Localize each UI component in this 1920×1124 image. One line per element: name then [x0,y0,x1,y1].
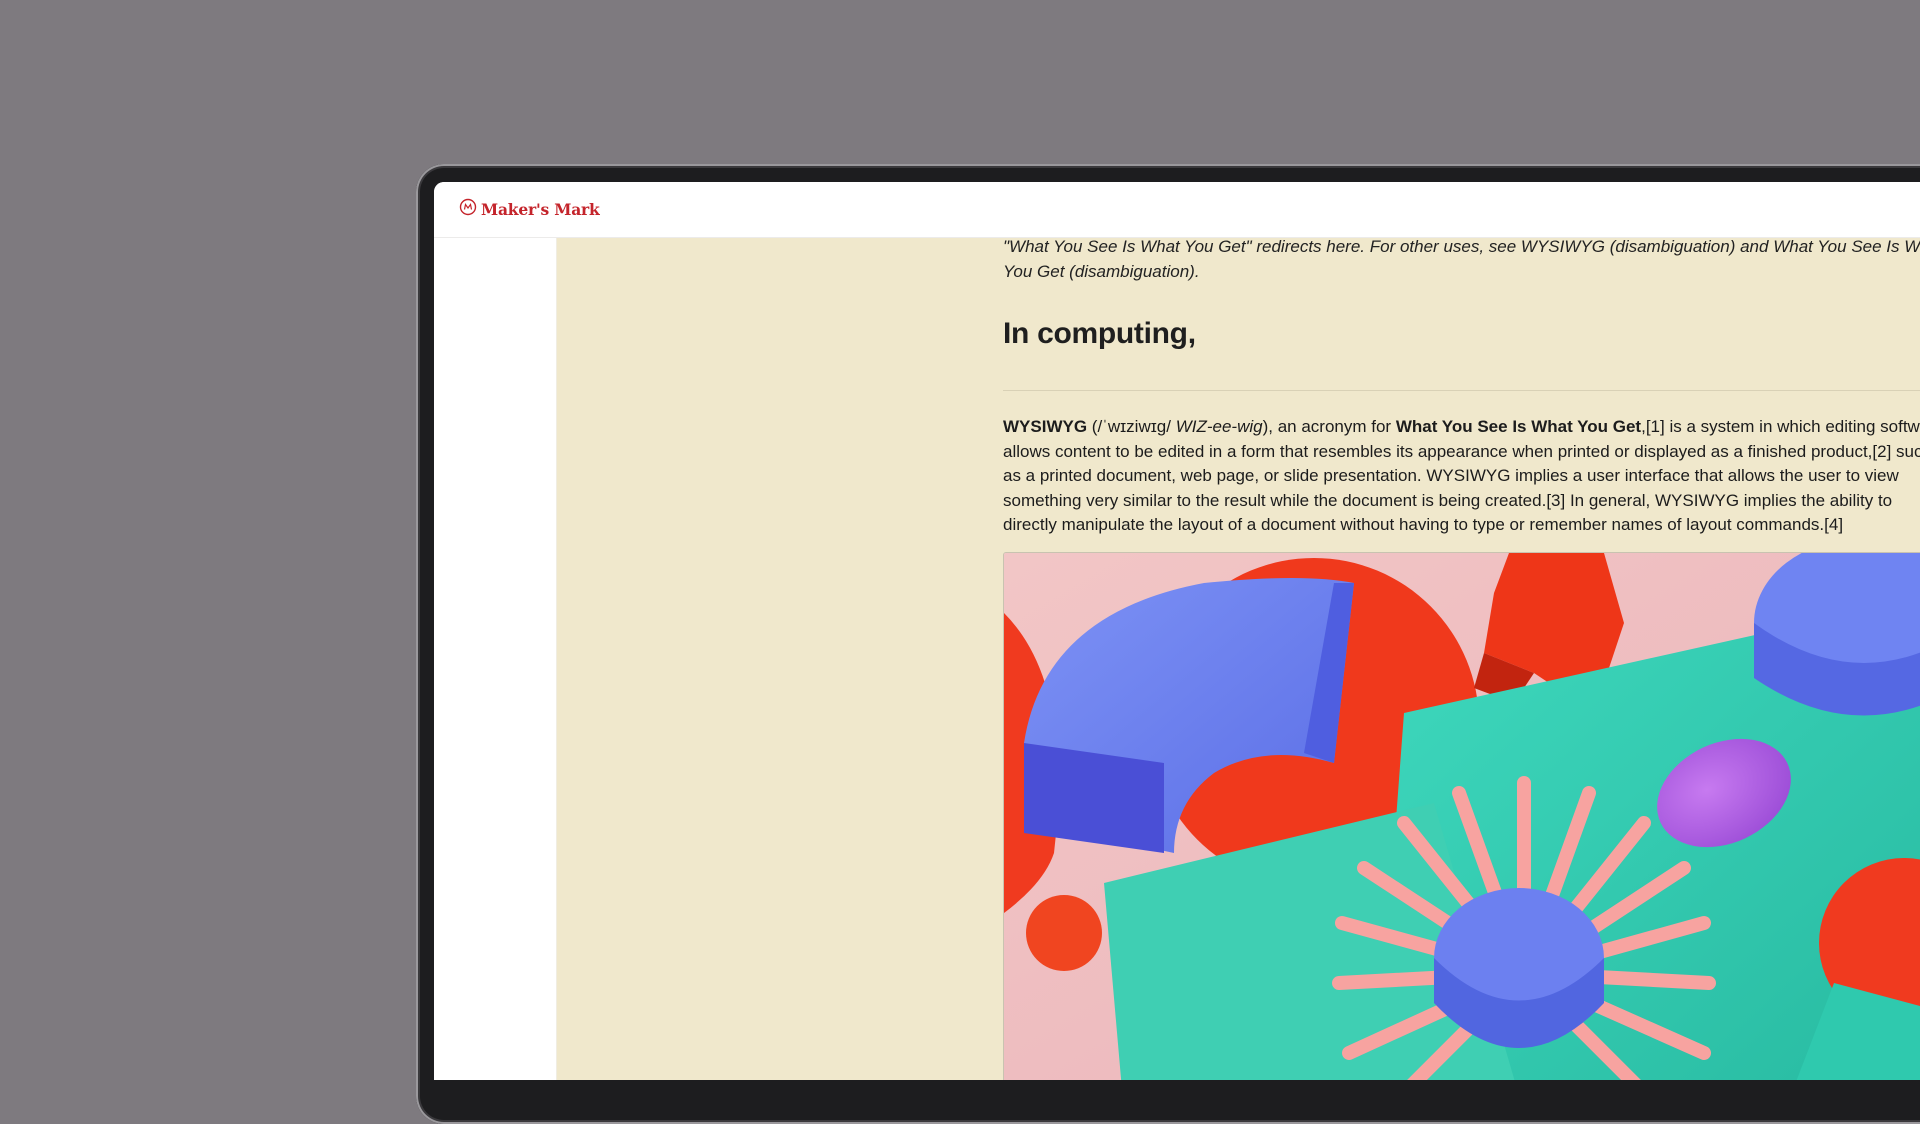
brand-name: Maker's Mark [481,200,600,219]
article: "What You See Is What You Get" redirects… [1003,237,1920,1080]
ipa-pronunciation[interactable]: /ˈwɪziwɪɡ/ [1097,417,1171,436]
top-bar: Maker's Mark [434,182,1920,238]
section-heading: In computing, [1003,317,1196,350]
makers-mark-seal-icon [458,197,478,222]
left-sidebar [434,238,557,1080]
lead-paragraph: WYSIWYG (/ˈwɪziwɪɡ/ WIZ-ee-wig), an acro… [1003,415,1920,538]
term-wysiwyg: WYSIWYG [1003,417,1088,436]
paren-open: ( [1087,417,1098,436]
abstract-3d-illustration [1004,552,1920,1080]
browser-screen: Maker's Mark "What You See Is What You G… [434,182,1920,1080]
acronym-expansion: What You See Is What You Get [1395,417,1642,436]
brand-logo[interactable]: Maker's Mark [458,197,600,222]
acronym-intro: ), an acronym for [1262,417,1396,436]
article-image[interactable] [1003,551,1920,1080]
hatnote: "What You See Is What You Get" redirects… [1003,237,1920,281]
main-content: "What You See Is What You Get" redirects… [557,237,1920,1080]
respelling: WIZ-ee-wig [1175,417,1263,436]
heading-divider [1003,390,1920,391]
